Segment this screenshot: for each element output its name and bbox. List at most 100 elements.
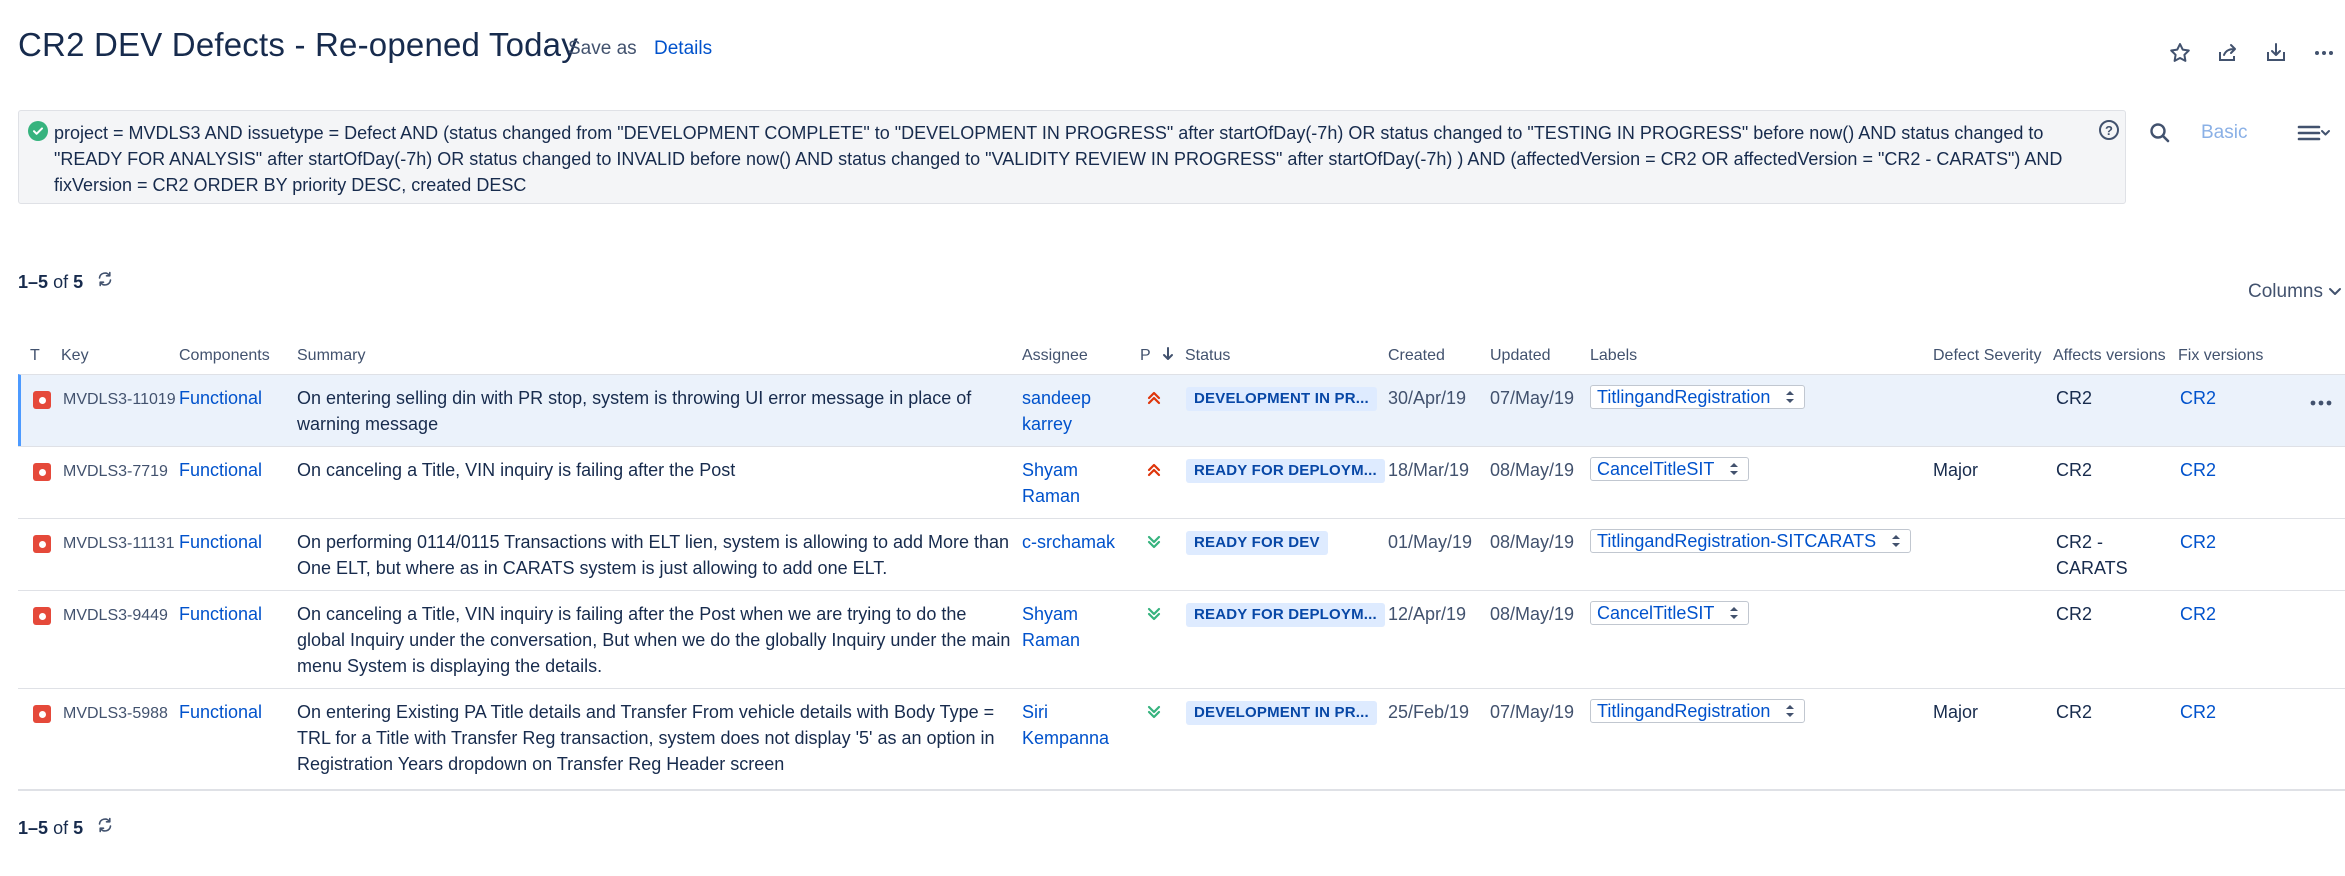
col-summary[interactable]: Summary [297,347,365,365]
label-field[interactable]: TitlingandRegistration-SITCARATS [1590,529,1912,553]
label-text: TitlingandRegistration [1597,387,1771,407]
created-date: 18/Mar/19 [1388,460,1470,480]
col-labels[interactable]: Labels [1590,347,1637,365]
star-icon[interactable] [2165,38,2195,68]
row-actions-icon[interactable] [2307,393,2335,413]
fix-version-link[interactable]: CR2 [2180,699,2216,725]
affects-version: CR2 [2056,388,2093,408]
sort-desc-icon [1162,347,1173,360]
fix-version-link[interactable]: CR2 [2180,529,2216,555]
col-created[interactable]: Created [1388,347,1445,365]
issue-key[interactable]: MVDLS3-5988 [63,701,168,727]
assignee-link[interactable]: Shyam Raman [1022,601,1122,653]
component-link[interactable]: Functional [179,699,262,725]
details-link[interactable]: Details [654,38,712,60]
issue-key[interactable]: MVDLS3-11131 [63,531,174,557]
updated-date: 08/May/19 [1490,604,1575,624]
assignee-link[interactable]: sandeep karrey [1022,385,1122,437]
result-total: 5 [73,272,84,292]
priority-lowest-icon [1145,703,1163,721]
affects-version: CR2 - CARATS [2056,532,2128,578]
col-type[interactable]: T [30,347,40,365]
col-status[interactable]: Status [1185,347,1230,365]
status-badge[interactable]: READY FOR DEPLOYM... [1186,459,1385,483]
priority-highest-icon [1145,389,1163,407]
col-defect-severity[interactable]: Defect Severity [1933,347,2041,365]
issue-summary[interactable]: On performing 0114/0115 Transactions wit… [297,529,1017,581]
assignee-link[interactable]: Siri Kempanna [1022,699,1122,751]
col-assignee[interactable]: Assignee [1022,347,1088,365]
columns-label: Columns [2248,281,2323,302]
result-total: 5 [73,818,84,838]
issue-summary[interactable]: On canceling a Title, VIN inquiry is fai… [297,601,1017,679]
bug-icon [33,391,51,409]
issue-key[interactable]: MVDLS3-11019 [63,387,176,413]
status-badge[interactable]: READY FOR DEV [1186,531,1328,555]
assignee-link[interactable]: Shyam Raman [1022,457,1122,509]
table-bottom-divider [18,789,2345,791]
affects-version: CR2 [2056,604,2093,624]
label-field[interactable]: CancelTitleSIT [1590,457,1750,481]
col-updated[interactable]: Updated [1490,347,1551,365]
jql-query-box[interactable]: project = MVDLS3 AND issuetype = Defect … [18,110,2126,204]
table-row[interactable]: MVDLS3-5988 Functional On entering Exist… [18,688,2345,774]
status-badge[interactable]: DEVELOPMENT IN PR... [1186,387,1377,411]
updated-date: 07/May/19 [1490,388,1575,408]
jql-query-text[interactable]: project = MVDLS3 AND issuetype = Defect … [54,120,2103,198]
updated-date: 08/May/19 [1490,532,1575,552]
select-arrows-icon [1892,535,1901,547]
label-text: TitlingandRegistration [1597,701,1771,721]
component-link[interactable]: Functional [179,529,262,555]
issue-summary[interactable]: On canceling a Title, VIN inquiry is fai… [297,457,1017,483]
component-link[interactable]: Functional [179,601,262,627]
refresh-icon[interactable] [96,270,114,288]
valid-check-icon [28,121,48,141]
table-header: T Key Components Summary Assignee P Stat… [18,338,2345,374]
save-as-button[interactable]: Save as [568,38,637,60]
more-icon[interactable] [2309,38,2339,68]
label-text: CancelTitleSIT [1597,459,1715,479]
defect-severity: Major [1933,702,1979,722]
table-row[interactable]: MVDLS3-9449 Functional On canceling a Ti… [18,590,2345,688]
status-badge[interactable]: READY FOR DEPLOYM... [1186,603,1385,627]
share-icon[interactable] [2213,38,2243,68]
col-priority-label: P [1140,347,1151,364]
issue-summary[interactable]: On entering Existing PA Title details an… [297,699,1017,777]
label-text: TitlingandRegistration-SITCARATS [1597,531,1877,551]
defect-severity: Major [1933,460,1979,480]
label-field[interactable]: CancelTitleSIT [1590,601,1750,625]
col-priority[interactable]: P [1140,347,1175,365]
view-menu-icon[interactable] [2297,120,2331,146]
col-affects-versions[interactable]: Affects versions [2053,347,2166,365]
col-fix-versions[interactable]: Fix versions [2178,347,2263,365]
table-row[interactable]: MVDLS3-11131 Functional On performing 01… [18,518,2345,590]
export-icon[interactable] [2261,38,2291,68]
issue-key[interactable]: MVDLS3-7719 [63,459,168,485]
col-components[interactable]: Components [179,347,270,365]
component-link[interactable]: Functional [179,457,262,483]
bug-icon [33,535,51,553]
table-row[interactable]: MVDLS3-7719 Functional On canceling a Ti… [18,446,2345,518]
priority-lowest-icon [1145,605,1163,623]
fix-version-link[interactable]: CR2 [2180,385,2216,411]
label-field[interactable]: TitlingandRegistration [1590,699,1806,723]
assignee-link[interactable]: c-srchamak [1022,529,1132,555]
columns-button[interactable]: Columns [2248,281,2342,303]
fix-version-link[interactable]: CR2 [2180,601,2216,627]
basic-search-link[interactable]: Basic [2201,122,2247,144]
updated-date: 08/May/19 [1490,460,1575,480]
issue-summary[interactable]: On entering selling din with PR stop, sy… [297,385,1017,437]
label-field[interactable]: TitlingandRegistration [1590,385,1806,409]
table-row[interactable]: MVDLS3-11019 Functional On entering sell… [18,374,2345,446]
search-icon[interactable] [2147,120,2173,146]
component-link[interactable]: Functional [179,385,262,411]
updated-date: 07/May/19 [1490,702,1575,722]
result-of: of [53,272,69,292]
status-badge[interactable]: DEVELOPMENT IN PR... [1186,701,1377,725]
refresh-icon[interactable] [96,816,114,834]
issue-key[interactable]: MVDLS3-9449 [63,603,168,629]
fix-version-link[interactable]: CR2 [2180,457,2216,483]
help-icon[interactable]: ? [2099,120,2119,140]
col-key[interactable]: Key [61,347,89,365]
select-arrows-icon [1730,607,1739,619]
